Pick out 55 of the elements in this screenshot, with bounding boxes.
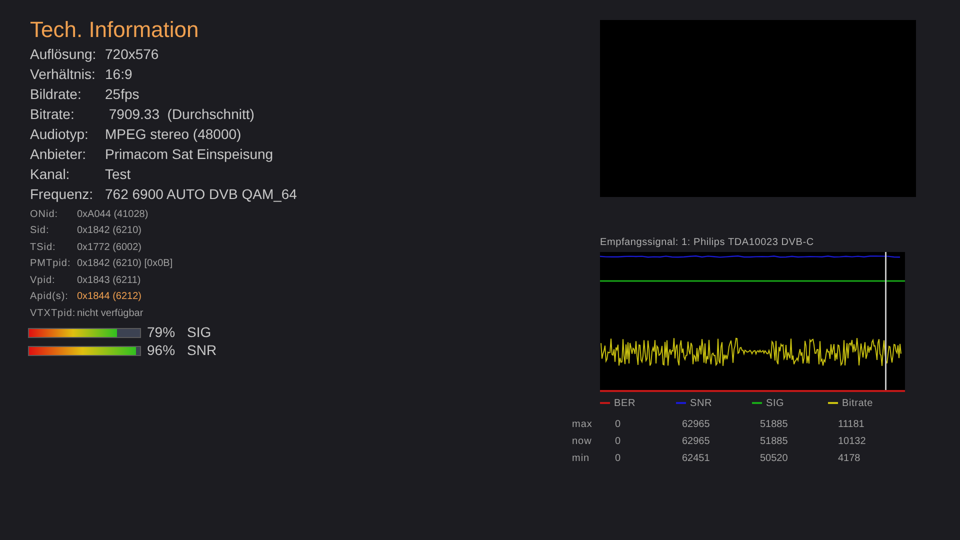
info-label: Auflösung: xyxy=(30,44,98,64)
pid-value: nicht verfügbar xyxy=(77,306,144,321)
info-value: Test xyxy=(105,164,131,184)
info-value: 25fps xyxy=(105,84,140,104)
pid-value: 0x1842 (6210) [0x0B] xyxy=(77,257,173,272)
stat-value: 11181 xyxy=(838,419,864,430)
stat-value: 62965 xyxy=(682,436,710,447)
stat-value: 4178 xyxy=(838,453,860,464)
legend-label: SIG xyxy=(766,396,784,410)
info-value: 7909.33 (Durchschnitt) xyxy=(108,104,254,124)
info-label: Anbieter: xyxy=(30,144,88,164)
stat-value: 0 xyxy=(615,419,621,430)
meter-label: SIG xyxy=(187,323,212,342)
info-label: Verhältnis: xyxy=(30,64,96,84)
pid-value: 0x1842 (6210) xyxy=(77,224,142,238)
stat-label: max xyxy=(572,418,594,432)
info-value: 16:9 xyxy=(105,64,132,84)
stat-value: 51885 xyxy=(760,419,788,430)
info-label: Kanal: xyxy=(30,164,71,184)
graph-title: Empfangssignal: 1: Philips TDA10023 DVB-C xyxy=(600,236,814,250)
legend-label: Bitrate xyxy=(842,396,874,410)
pid-label: PMTpid: xyxy=(30,257,72,272)
info-value: MPEG stereo (48000) xyxy=(105,124,242,144)
meter-percent: 79% xyxy=(147,323,176,342)
pid-label: Apid(s): xyxy=(30,290,70,304)
info-label: Audiotyp: xyxy=(30,124,90,144)
info-value: Primacom Sat Einspeisung xyxy=(105,144,274,164)
page-title: Tech. Information xyxy=(30,16,199,44)
pid-label: TSid: xyxy=(30,240,57,255)
info-label: Bitrate: xyxy=(30,104,76,124)
info-label: Frequenz: xyxy=(30,184,94,204)
stat-value: 62965 xyxy=(682,419,710,430)
pid-label: Vpid: xyxy=(30,274,56,288)
stat-value: 0 xyxy=(615,453,621,464)
pid-value: 0x1843 (6211) xyxy=(77,274,141,288)
legend-label: SNR xyxy=(690,396,712,410)
pid-label: ONid: xyxy=(30,208,60,222)
stat-value: 0 xyxy=(615,436,621,447)
stat-value: 50520 xyxy=(760,453,788,464)
stat-label: min xyxy=(572,452,591,466)
stat-value: 10132 xyxy=(838,436,866,447)
pid-value: 0xA044 (41028) xyxy=(77,208,148,222)
pid-label: VTXTpid: xyxy=(30,306,77,321)
info-value: 762 6900 AUTO DVB QAM_64 xyxy=(105,184,297,204)
stat-value: 62451 xyxy=(682,453,710,464)
info-label: Bildrate: xyxy=(30,84,82,104)
pid-label: Sid: xyxy=(30,224,50,238)
pid-value: 0x1772 (6002) xyxy=(77,240,142,255)
legend-label: BER xyxy=(614,396,636,410)
stat-label: now xyxy=(572,435,593,449)
info-value: 720x576 xyxy=(105,44,159,64)
meter-percent: 96% xyxy=(147,341,176,360)
stat-value: 51885 xyxy=(760,436,788,447)
pid-value: 0x1844 (6212) xyxy=(77,290,142,304)
meter-label: SNR xyxy=(187,341,217,360)
